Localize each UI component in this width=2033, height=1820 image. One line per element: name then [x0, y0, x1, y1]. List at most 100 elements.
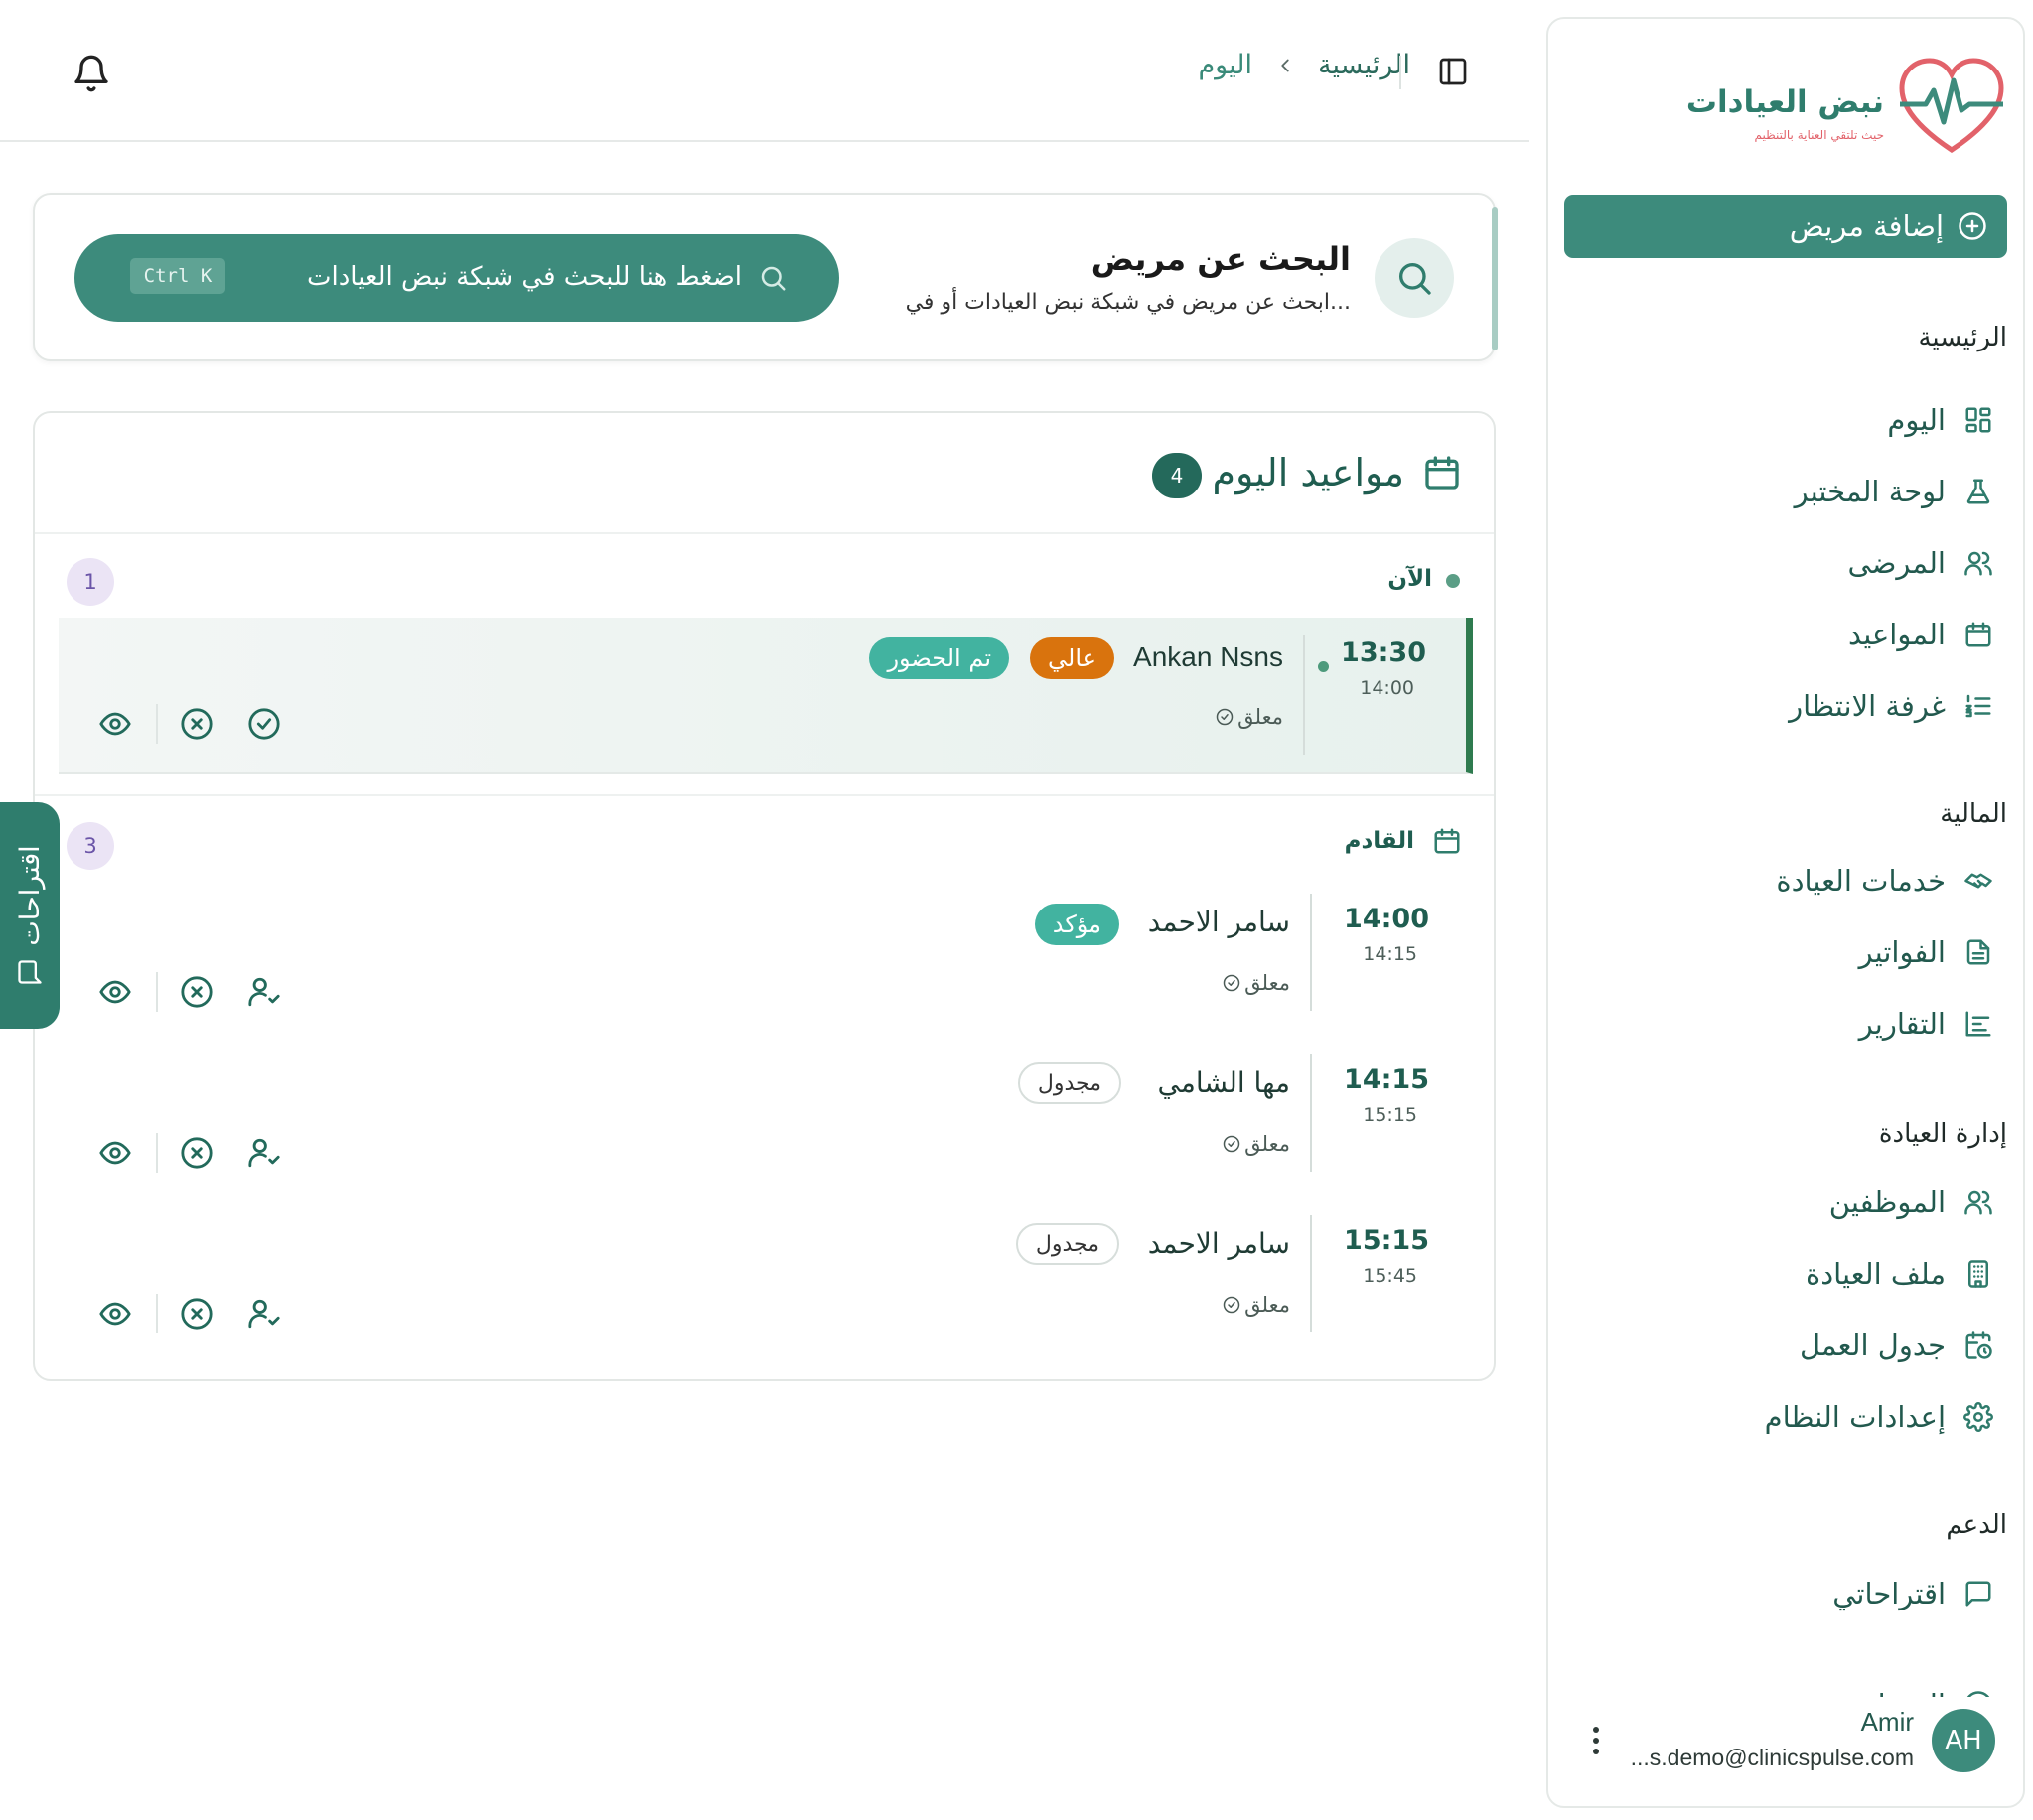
now-dot [1446, 574, 1460, 588]
action-separator [156, 1294, 158, 1333]
time-separator [1303, 635, 1305, 755]
check-circle-icon [1216, 708, 1234, 726]
user-email: ...s.demo@clinicspulse.com [1630, 1745, 1914, 1770]
view-icon[interactable] [98, 1136, 132, 1170]
appointments-total: 4 [1170, 464, 1184, 488]
suggestions-tab[interactable]: اقتراحات [0, 802, 60, 1029]
view-icon[interactable] [98, 975, 132, 1009]
nav-clip: المساعدة [1596, 1677, 2023, 1697]
check-circle-icon [1223, 1135, 1240, 1153]
search-trigger-button[interactable]: اضغط هنا للبحث في شبكة نبض العيادات Ctrl… [74, 234, 839, 322]
sidebar-item-label: التقارير [1858, 1007, 1946, 1041]
sidebar-item-help[interactable]: المساعدة [1596, 1677, 2023, 1697]
bar-chart-icon [1965, 1011, 1991, 1037]
add-patient-button[interactable]: إضافة مريض [1564, 195, 2007, 258]
action-separator [156, 972, 158, 1012]
cancel-icon[interactable] [180, 975, 214, 1009]
patient-name[interactable]: مها الشامي [1158, 1066, 1291, 1099]
avatar-initials: AH [1945, 1726, 1982, 1755]
now-label: الآن [1387, 566, 1432, 592]
sidebar-item-today[interactable]: اليوم [1596, 392, 2023, 448]
add-patient-label: إضافة مريض [1789, 210, 1944, 243]
patient-name[interactable]: سامر الاحمد [1148, 1227, 1290, 1260]
appointment-row[interactable]: 13:30 14:00 Ankan Nsns عالي تم الحضور مع… [59, 618, 1473, 774]
sidebar-item-label: جدول العمل [1799, 1329, 1946, 1362]
sidebar-item-lab[interactable]: لوحة المختبر [1596, 464, 2023, 519]
time-separator [1310, 1215, 1312, 1332]
bell-icon[interactable] [72, 54, 111, 93]
view-icon[interactable] [98, 1297, 132, 1330]
check-in-user-icon[interactable] [247, 1136, 281, 1170]
appointments-total-badge: 4 [1152, 453, 1202, 498]
brand-logo[interactable]: نبض العيادات حيث تلتقي العناية بالتنظيم [1677, 49, 2004, 168]
gear-icon [1963, 1402, 1993, 1432]
sidebar-item-patients[interactable]: المرضى [1596, 535, 2023, 591]
sidebar-item-label: خدمات العيادة [1776, 864, 1946, 898]
suggestions-tab-label: اقتراحات [14, 845, 46, 946]
message-icon [18, 959, 42, 984]
user-name: Amir [1860, 1707, 1914, 1737]
sidebar-item-clinic-profile[interactable]: ملف العيادة [1596, 1246, 2023, 1302]
help-icon [1966, 1691, 1990, 1697]
live-dot [1318, 661, 1329, 672]
handshake-icon [1964, 873, 1992, 889]
nav-section-clinic-management: إدارة العيادة [1878, 1119, 2007, 1149]
user-profile[interactable]: AH Amir ...s.demo@clinicspulse.com [1548, 1707, 2023, 1796]
cancel-icon[interactable] [180, 1136, 214, 1170]
search-icon [1399, 263, 1431, 295]
appointment-row[interactable]: 15:15 15:45 سامر الاحمد مجدول معلق [59, 1209, 1473, 1358]
confirm-icon[interactable] [247, 707, 281, 741]
sidebar-toggle-icon[interactable] [1437, 56, 1469, 87]
divider [35, 532, 1494, 534]
calendar-icon [1434, 828, 1460, 854]
patient-name[interactable]: سامر الاحمد [1148, 906, 1290, 938]
more-vertical-icon[interactable] [1590, 1725, 1602, 1756]
sidebar-item-system-settings[interactable]: إعدادات النظام [1596, 1389, 2023, 1445]
time-separator [1310, 1054, 1312, 1172]
view-icon[interactable] [98, 707, 132, 741]
divider [35, 794, 1494, 796]
chevron-left-icon [1281, 59, 1289, 71]
cancel-icon[interactable] [180, 707, 214, 741]
appointments-title: مواعيد اليوم [1212, 451, 1404, 494]
brand-name: نبض العيادات [1685, 84, 1884, 120]
priority-badge: عالي [1030, 637, 1114, 679]
sidebar-item-reports[interactable]: التقارير [1596, 996, 2023, 1051]
sidebar-item-work-schedule[interactable]: جدول العمل [1596, 1318, 2023, 1373]
search-card-icon-circle [1375, 238, 1454, 318]
status-text: معلق [1244, 1293, 1290, 1317]
appointment-row[interactable]: 14:00 14:15 سامر الاحمد مؤكد معلق [59, 888, 1473, 1037]
suggestions-tab-content: اقتراحات [10, 806, 50, 1025]
sidebar-item-appointments[interactable]: المواعيد [1596, 607, 2023, 662]
calendar-clock-icon [1965, 1331, 1992, 1359]
sidebar-item-waiting-room[interactable]: غرفة الانتظار [1596, 678, 2023, 734]
appointment-end-time: 15:15 [1363, 1104, 1417, 1126]
breadcrumb-current: اليوم [1198, 50, 1252, 80]
status-text: معلق [1244, 1132, 1290, 1156]
users-icon [1964, 551, 1992, 576]
appointment-row[interactable]: 14:15 15:15 مها الشامي مجدول معلق [59, 1049, 1473, 1197]
breadcrumb: الرئيسية اليوم [1198, 50, 1410, 80]
appointment-status-badge: مجدول [1015, 1223, 1119, 1265]
sidebar-item-my-suggestions[interactable]: اقتراحاتي [1596, 1566, 2023, 1621]
upcoming-count: 3 [83, 834, 97, 858]
cancel-icon[interactable] [180, 1297, 214, 1330]
sidebar-item-label: المرضى [1847, 546, 1946, 580]
check-in-user-icon[interactable] [247, 975, 281, 1009]
upcoming-label: القادم [1344, 828, 1414, 854]
flask-icon [1966, 479, 1990, 504]
sidebar-item-staff[interactable]: الموظفين [1596, 1175, 2023, 1230]
search-icon [761, 266, 786, 291]
patient-name[interactable]: Ankan Nsns [1133, 641, 1283, 673]
breadcrumb-home[interactable]: الرئيسية [1318, 50, 1410, 80]
message-icon [1965, 1581, 1991, 1607]
sidebar-item-label: المواعيد [1848, 618, 1946, 651]
sidebar-item-label: الفواتير [1858, 935, 1946, 969]
users-icon [1964, 1190, 1992, 1215]
appointment-end-time: 14:15 [1363, 943, 1417, 965]
sidebar-item-clinic-services[interactable]: خدمات العيادة [1596, 853, 2023, 909]
sidebar-item-invoices[interactable]: الفواتير [1596, 924, 2023, 980]
check-in-user-icon[interactable] [247, 1297, 281, 1330]
building-icon [1968, 1260, 1988, 1288]
sidebar-item-label: الموظفين [1828, 1186, 1946, 1219]
